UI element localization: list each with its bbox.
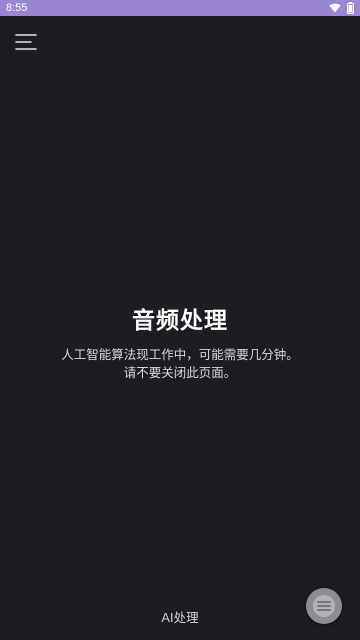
menu-lines-icon: [317, 601, 331, 611]
floating-menu-button[interactable]: [306, 588, 342, 624]
status-bar: 8:55: [0, 0, 360, 16]
wifi-icon: [329, 3, 341, 13]
status-time: 8:55: [6, 2, 28, 14]
menu-button[interactable]: [12, 30, 42, 54]
description-line-2: 请不要关闭此页面。: [123, 365, 237, 380]
page-title: 音频处理: [132, 308, 228, 334]
processing-description: 人工智能算法现工作中，可能需要几分钟。 请不要关闭此页面。: [0, 346, 360, 382]
battery-icon: [347, 2, 354, 14]
hamburger-menu-icon: [15, 34, 37, 50]
description-line-1: 人工智能算法现工作中，可能需要几分钟。: [61, 347, 299, 362]
fab-inner: [313, 595, 335, 617]
screen: 8:55 音频处理 人工智能算法现工作中，可能需要几分钟。 请不要关闭此页面。 …: [0, 0, 360, 640]
processing-panel: 音频处理 人工智能算法现工作中，可能需要几分钟。 请不要关闭此页面。: [0, 300, 360, 382]
status-icons: [329, 2, 354, 14]
